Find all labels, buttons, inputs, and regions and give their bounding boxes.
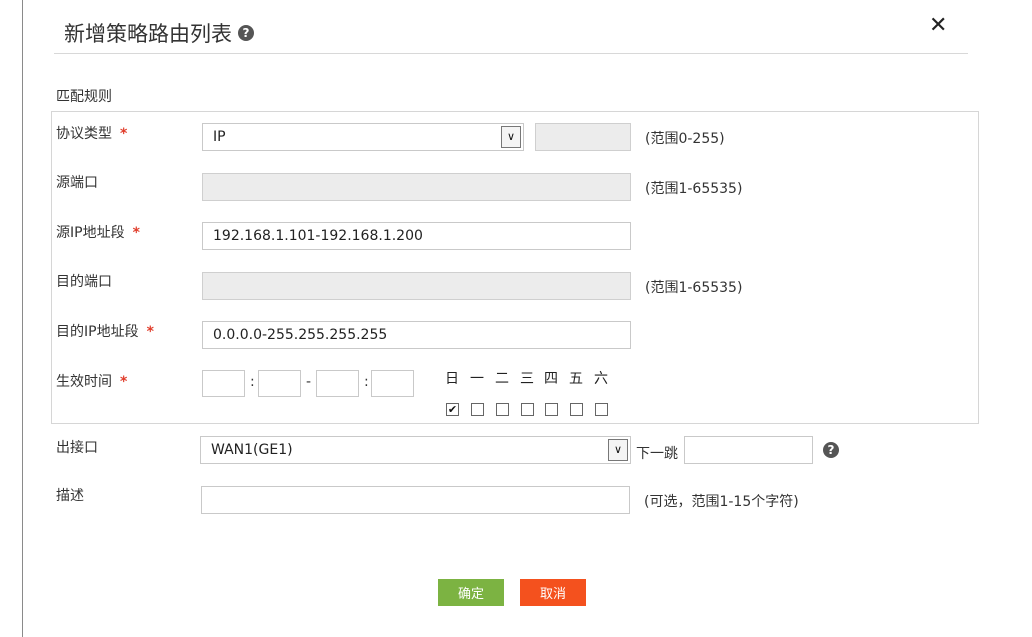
outbound-interface-label: 出接口 — [56, 440, 98, 456]
day-label-thu: 四 — [544, 371, 558, 387]
destination-port-label: 目的端口 — [56, 274, 112, 290]
destination-ip-input[interactable]: 0.0.0.0-255.255.255.255 — [202, 321, 631, 349]
chevron-down-icon[interactable]: ∨ — [501, 126, 521, 148]
time-separator: : — [250, 374, 255, 390]
day-label-mon: 一 — [470, 371, 484, 387]
source-port-input[interactable] — [202, 173, 631, 201]
protocol-range-hint: (范围0-255) — [645, 131, 725, 147]
end-minute-input[interactable] — [371, 370, 414, 397]
dialog-title: 新增策略路由列表 ? — [64, 18, 254, 48]
day-checkbox-sat[interactable] — [595, 403, 608, 416]
source-ip-input[interactable]: 192.168.1.101-192.168.1.200 — [202, 222, 631, 250]
source-ip-label: 源IP地址段 * — [56, 225, 140, 241]
description-label: 描述 — [56, 488, 84, 504]
cancel-button[interactable]: 取消 — [520, 579, 586, 606]
next-hop-input[interactable] — [684, 436, 813, 464]
protocol-select[interactable]: IP ∨ — [202, 123, 524, 151]
end-hour-input[interactable] — [316, 370, 359, 397]
day-checkbox-tue[interactable] — [496, 403, 509, 416]
source-port-range-hint: (范围1-65535) — [645, 181, 743, 197]
left-border-line — [22, 0, 23, 637]
protocol-label: 协议类型 * — [56, 126, 128, 142]
confirm-button[interactable]: 确定 — [438, 579, 504, 606]
help-icon[interactable]: ? — [238, 25, 254, 41]
close-icon[interactable]: ✕ — [929, 13, 947, 38]
next-hop-label: 下一跳 — [636, 446, 678, 462]
required-mark: * — [146, 324, 154, 340]
day-checkbox-sun[interactable]: ✔ — [446, 403, 459, 416]
match-rules-box — [51, 111, 979, 424]
day-label-sun: 日 — [445, 371, 459, 387]
required-mark: * — [132, 225, 140, 241]
match-rules-label: 匹配规则 — [56, 89, 112, 105]
destination-port-input[interactable] — [202, 272, 631, 300]
source-port-label: 源端口 — [56, 175, 98, 191]
description-hint: (可选，范围1-15个字符) — [644, 494, 799, 510]
destination-ip-label: 目的IP地址段 * — [56, 324, 154, 340]
day-checkbox-thu[interactable] — [545, 403, 558, 416]
outbound-interface-select[interactable]: WAN1(GE1) ∨ — [200, 436, 631, 464]
destination-port-range-hint: (范围1-65535) — [645, 280, 743, 296]
chevron-down-icon[interactable]: ∨ — [608, 439, 628, 461]
day-label-tue: 二 — [495, 371, 509, 387]
day-checkbox-wed[interactable] — [521, 403, 534, 416]
description-input[interactable] — [201, 486, 630, 514]
outbound-interface-value: WAN1(GE1) — [211, 442, 293, 458]
time-separator: - — [306, 374, 312, 390]
day-label-fri: 五 — [569, 371, 583, 387]
day-label-sat: 六 — [594, 371, 608, 387]
start-hour-input[interactable] — [202, 370, 245, 397]
time-separator: : — [364, 374, 369, 390]
day-label-wed: 三 — [520, 371, 534, 387]
protocol-number-input[interactable] — [535, 123, 631, 151]
required-mark: * — [120, 126, 128, 142]
day-checkbox-fri[interactable] — [570, 403, 583, 416]
day-checkbox-mon[interactable] — [471, 403, 484, 416]
required-mark: * — [120, 374, 128, 390]
effective-time-label: 生效时间 * — [56, 374, 128, 390]
help-icon[interactable]: ? — [823, 442, 839, 458]
start-minute-input[interactable] — [258, 370, 301, 397]
dialog-title-text: 新增策略路由列表 — [64, 22, 232, 46]
title-divider — [54, 53, 968, 54]
add-policy-route-dialog: 新增策略路由列表 ? ✕ 匹配规则 协议类型 * IP ∨ (范围0-255) 源… — [24, 0, 979, 637]
protocol-select-value: IP — [213, 129, 226, 145]
